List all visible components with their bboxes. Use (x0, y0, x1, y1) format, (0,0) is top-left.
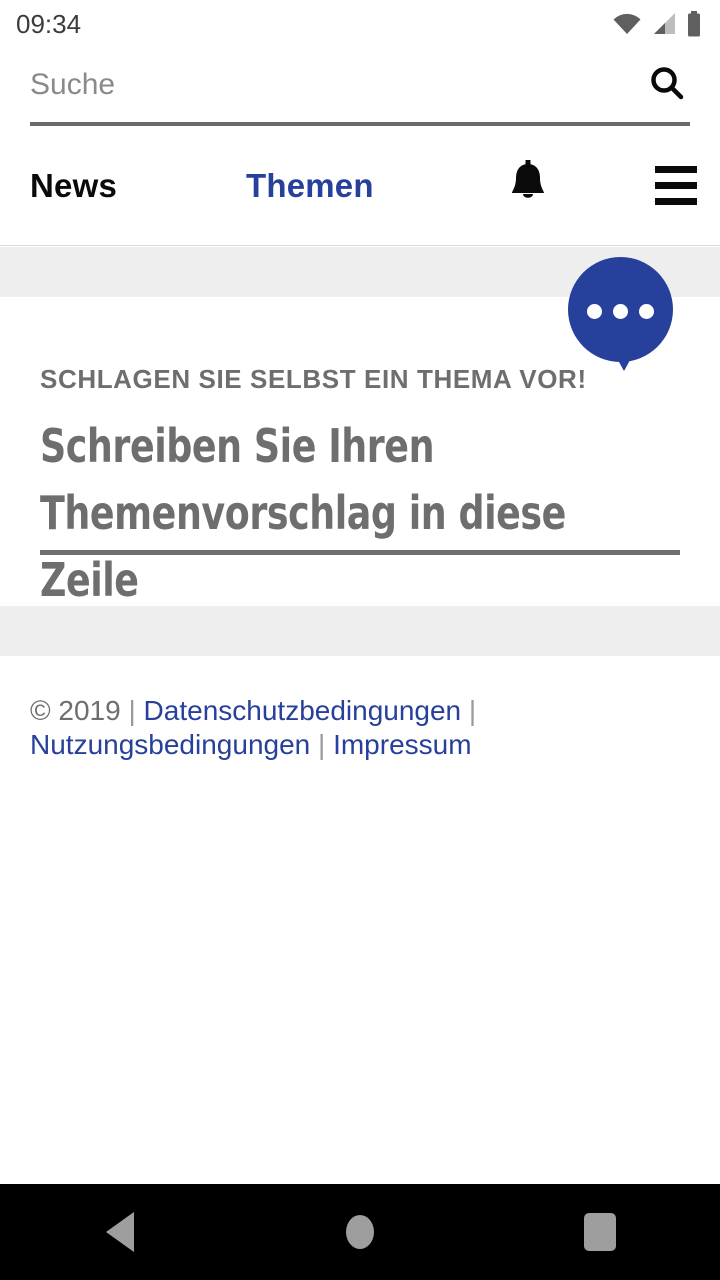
dot-icon (613, 303, 628, 319)
home-circle-icon (346, 1215, 374, 1249)
recents-square-icon (584, 1213, 616, 1251)
section-divider-bottom (0, 606, 720, 656)
hamburger-menu-icon-bar (655, 198, 697, 205)
android-navigation-bar (0, 1184, 720, 1280)
topic-suggestion-line1: Schreiben Sie Ihren (40, 419, 435, 473)
status-bar: 09:34 (0, 0, 720, 48)
footer-links: © 2019 | Datenschutzbedingungen | Nutzun… (30, 694, 670, 762)
notifications-button[interactable] (498, 156, 558, 216)
topic-suggestion-input-placeholder[interactable]: Schreiben Sie Ihren Themenvorschlag in d… (40, 413, 610, 614)
hamburger-menu-button[interactable] (645, 160, 707, 212)
cellular-signal-icon (651, 12, 677, 36)
android-home-button[interactable] (300, 1184, 420, 1280)
nav-item-themen[interactable]: Themen (246, 167, 374, 205)
topic-suggestion-kicker: SCHLAGEN SIE SELBST EIN THEMA VOR! (40, 364, 587, 394)
bell-icon (506, 159, 550, 212)
topic-suggestion-underline (40, 550, 680, 555)
android-recents-button[interactable] (540, 1184, 660, 1280)
status-bar-icons (612, 11, 702, 37)
footer-link-impressum[interactable]: Impressum (333, 729, 471, 760)
hamburger-menu-icon-bar (655, 182, 697, 189)
footer-separator: | (310, 729, 334, 760)
search-bar (0, 48, 720, 126)
wifi-icon (612, 12, 642, 36)
search-icon (647, 64, 687, 107)
search-submit-button[interactable] (644, 62, 690, 108)
android-back-button[interactable] (60, 1184, 180, 1280)
dot-icon (639, 303, 654, 319)
battery-icon (686, 11, 702, 37)
speech-bubble-dots-icon (568, 257, 673, 362)
speech-bubble-button[interactable] (568, 257, 673, 371)
main-navigation: News Themen (0, 126, 720, 246)
hamburger-menu-icon (655, 166, 697, 173)
status-bar-clock: 09:34 (16, 8, 82, 39)
dot-icon (587, 303, 602, 319)
topic-suggestion-line2: Themenvorschlag in diese Zeile (40, 486, 566, 607)
page-footer: © 2019 | Datenschutzbedingungen | Nutzun… (0, 656, 720, 1180)
search-input[interactable] (30, 62, 590, 108)
back-triangle-icon (106, 1212, 134, 1252)
nav-item-news[interactable]: News (30, 167, 117, 205)
footer-separator: | (120, 695, 144, 726)
footer-link-datenschutz[interactable]: Datenschutzbedingungen (144, 695, 462, 726)
footer-link-nutzungsbedingungen[interactable]: Nutzungsbedingungen (30, 729, 310, 760)
footer-separator: | (461, 695, 477, 726)
footer-copyright: © 2019 (30, 695, 121, 726)
